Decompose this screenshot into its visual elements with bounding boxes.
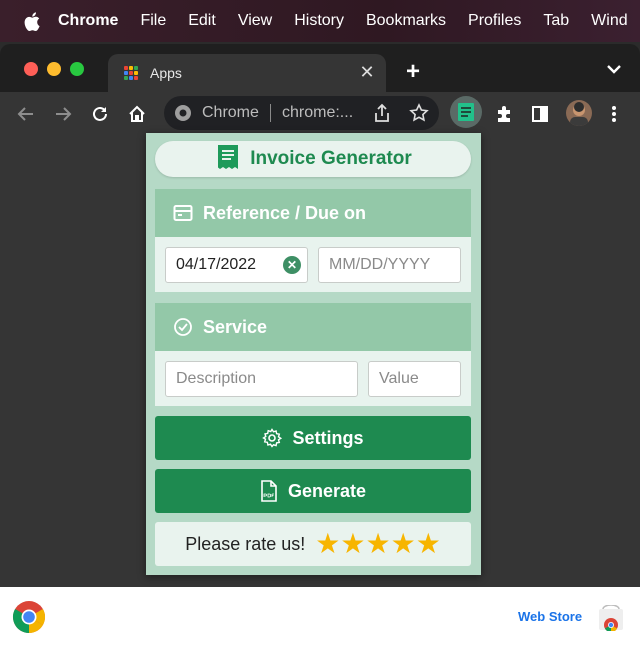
gear-icon [262,428,283,448]
reference-due-title: Reference / Due on [203,202,367,223]
rating-stars[interactable]: ★ ★ ★ ★ ★ [315,530,441,558]
service-header: Service [155,303,471,351]
reload-icon[interactable] [88,102,112,126]
menu-edit[interactable]: Edit [188,12,216,30]
address-chip: Chrome [202,104,259,121]
tab-search-chevron-icon[interactable] [604,62,624,76]
macos-menu-bar: Chrome File Edit View History Bookmarks … [0,0,640,42]
popup-header: Invoice Generator [155,141,471,177]
menu-window[interactable]: Wind [591,12,627,30]
minimize-window-button[interactable] [47,62,61,76]
star-icon[interactable]: ★ [416,530,441,558]
invoice-extension-button[interactable] [450,96,482,128]
settings-button[interactable]: Settings [155,416,471,460]
generate-label: Generate [287,480,367,501]
menu-app-name[interactable]: Chrome [58,12,118,30]
apps-grid-icon [124,66,138,80]
settings-label: Settings [292,427,364,448]
address-bar[interactable]: Chrome chrome:... [164,96,439,130]
menu-bookmarks[interactable]: Bookmarks [366,12,446,30]
reference-due-section: Reference / Due on 04/17/2022 ✕ MM/DD/YY… [155,189,471,292]
tab-title: Apps [150,65,182,81]
forward-arrow-icon[interactable] [51,102,75,126]
calendar-card-icon [173,205,193,221]
popup-brand-title: Invoice Generator [250,148,412,169]
service-section: Service Description Value [155,303,471,406]
tab-strip: Apps ✕ + [0,44,640,92]
menu-tab[interactable]: Tab [543,12,569,30]
clear-date-icon[interactable]: ✕ [283,256,301,274]
star-icon[interactable]: ★ [391,530,416,558]
web-store-bar: Web Store [0,587,640,645]
invoice-generator-popup: Invoice Generator Reference / Due on 04/… [146,133,481,575]
reference-date-input[interactable]: 04/17/2022 ✕ [165,247,308,283]
due-date-input[interactable]: MM/DD/YYYY [318,247,461,283]
service-value-input[interactable]: Value [368,361,461,397]
invoice-receipt-icon [214,143,242,176]
extensions-puzzle-icon[interactable] [492,102,516,126]
check-circle-icon [174,318,192,336]
pdf-file-icon [261,480,277,502]
address-divider [270,104,271,122]
home-icon[interactable] [125,102,149,126]
chrome-menu-kebab-icon[interactable] [602,102,626,126]
zoom-window-button[interactable] [70,62,84,76]
value-placeholder: Value [379,370,419,387]
menu-history[interactable]: History [294,12,344,30]
back-arrow-icon[interactable] [14,102,38,126]
menu-profiles[interactable]: Profiles [468,12,521,30]
close-window-button[interactable] [24,62,38,76]
reference-date-value: 04/17/2022 [176,256,257,273]
chrome-logo-icon [12,600,46,634]
browser-toolbar: Chrome chrome:... [0,92,640,136]
web-store-link[interactable]: Web Store [518,609,582,624]
due-date-placeholder: MM/DD/YYYY [329,256,431,273]
new-tab-button[interactable]: + [400,60,426,84]
star-icon[interactable]: ★ [315,530,340,558]
share-icon[interactable] [370,101,394,125]
bookmark-star-icon[interactable] [407,101,431,125]
address-url: chrome:... [282,104,354,121]
star-icon[interactable]: ★ [340,530,365,558]
description-placeholder: Description [176,370,257,387]
reference-due-body: 04/17/2022 ✕ MM/DD/YYYY [155,237,471,292]
web-store-icon[interactable] [598,604,624,633]
tab-close-icon[interactable]: ✕ [358,63,376,81]
menu-view[interactable]: View [238,12,272,30]
rate-us-label: Please rate us! [185,533,306,554]
star-icon[interactable]: ★ [365,530,390,558]
service-title: Service [203,316,268,337]
service-body: Description Value [155,351,471,406]
service-description-input[interactable]: Description [165,361,358,397]
menu-file[interactable]: File [140,12,166,30]
chrome-site-icon [174,104,192,122]
side-panel-icon[interactable] [528,102,552,126]
tab-apps[interactable]: Apps ✕ [108,54,386,92]
apple-icon[interactable] [24,11,40,31]
rate-us-bar[interactable]: Please rate us! ★ ★ ★ ★ ★ [155,522,471,566]
reference-due-header: Reference / Due on [155,189,471,237]
profile-avatar[interactable] [566,100,592,126]
generate-button[interactable]: Generate [155,469,471,513]
